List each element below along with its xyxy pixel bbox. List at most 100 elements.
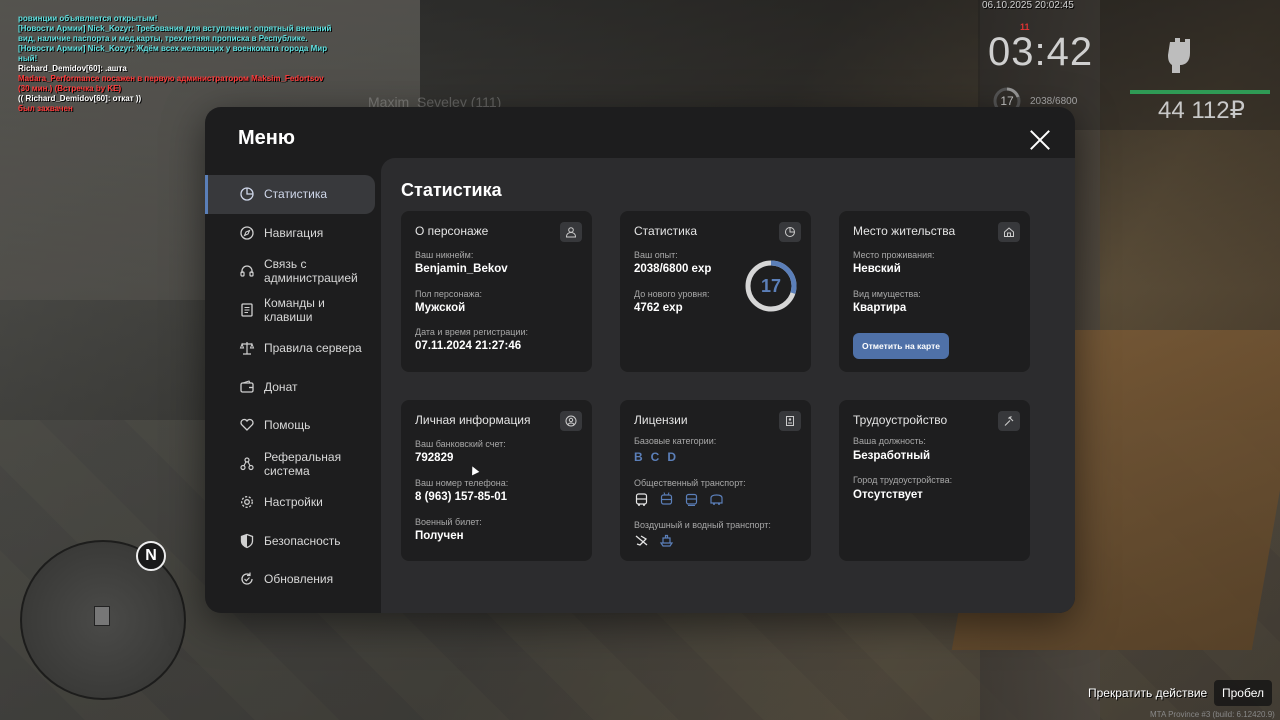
minibus-icon (709, 492, 724, 507)
card-title: Статистика (634, 224, 698, 238)
gear-icon (239, 494, 255, 510)
close-icon[interactable] (1029, 129, 1051, 151)
sidebar: Статистика Навигация Связь с администрацие… (205, 175, 381, 599)
place-label: Место проживания: (853, 250, 935, 260)
reg-value: 07.11.2024 21:27:46 (415, 340, 522, 352)
heart-hands-icon (239, 417, 255, 433)
sidebar-item-label: Помощь (264, 418, 311, 433)
air-water-icons (634, 533, 674, 548)
pie-chart-icon (239, 186, 255, 202)
sidebar-item-5[interactable]: Донат (205, 368, 381, 407)
hud-money: 44 112₽ (1158, 97, 1245, 124)
sidebar-item-4[interactable]: Правила сервера (205, 329, 381, 368)
user-circle-icon[interactable] (560, 411, 582, 431)
chat-line: [Новости Армии] Nick_Kozyr: Ждём всех же… (18, 44, 328, 53)
id-card-icon[interactable] (779, 411, 801, 431)
sidebar-item-label: Статистика (264, 187, 328, 202)
sidebar-item-3[interactable]: Команды и клавиши (205, 291, 381, 330)
hud-exp: 2038/6800 (1030, 96, 1078, 107)
minimap-north-icon: N (136, 541, 166, 571)
update-icon (239, 571, 255, 587)
cancel-action-prompt: Прекратить действие (1088, 686, 1208, 700)
bank-value: 792829 (415, 452, 454, 464)
card-title: Лицензии (634, 413, 688, 427)
referral-icon (239, 456, 255, 472)
public-transport-icons (634, 492, 724, 507)
sidebar-item-9[interactable]: Безопасность (205, 522, 381, 561)
gender-value: Мужской (415, 302, 466, 314)
base-categories-label: Базовые категории: (634, 436, 717, 446)
hud-health-bar (1130, 90, 1270, 94)
chat-line: Richard_Demidov[60]: .ашта (18, 64, 127, 73)
pie-chart-icon[interactable] (779, 222, 801, 242)
sidebar-item-1[interactable]: Навигация (205, 214, 381, 253)
sidebar-item-7[interactable]: Реферальная система (205, 445, 381, 484)
mark-on-map-button[interactable]: Отметить на карте (853, 333, 949, 359)
chat-line: Madara_Performance посажен в первую адми… (18, 74, 324, 83)
card-title: О персонаже (415, 224, 489, 238)
card-title: Трудоустройство (853, 413, 948, 427)
scales-icon (239, 340, 255, 356)
headset-icon (239, 263, 255, 279)
sidebar-item-6[interactable]: Помощь (205, 406, 381, 445)
sidebar-item-label: Донат (264, 379, 298, 394)
sidebar-item-label: Связь с администрацией (264, 257, 358, 286)
sidebar-item-label: Правила сервера (264, 341, 362, 356)
position-label: Ваша должность: (853, 436, 926, 446)
public-transport-label: Общественный транспорт: (634, 478, 746, 488)
exp-label: Ваш опыт: (634, 250, 678, 260)
hammer-icon[interactable] (998, 411, 1020, 431)
card-residence: Место жительства Место проживания: Невск… (839, 211, 1030, 372)
space-key-badge[interactable]: Пробел (1214, 680, 1272, 706)
boat-icon (659, 533, 674, 548)
gender-label: Пол персонажа: (415, 289, 483, 299)
license-category: D (667, 450, 677, 464)
sidebar-item-8[interactable]: Настройки (205, 483, 381, 522)
chat-line: (30 мин.) (Встречка by KE) (18, 84, 122, 93)
place-value: Невский (853, 263, 901, 275)
sidebar-item-label: Безопасность (264, 533, 341, 548)
sidebar-item-0[interactable]: Статистика (205, 175, 375, 214)
chat-line: ровинции объявляется открытым! (18, 14, 158, 23)
user-icon[interactable] (560, 222, 582, 242)
card-licenses: Лицензии Базовые категории: BCD Обществе… (620, 400, 811, 561)
minimap-player-marker (94, 606, 110, 626)
tram-icon (684, 492, 699, 507)
phone-value: 8 (963) 157-85-01 (415, 491, 508, 503)
menu-title: Меню (238, 127, 295, 149)
fist-icon (1168, 38, 1190, 73)
trolleybus-icon (659, 492, 674, 507)
level-value: 17 (760, 276, 782, 296)
sidebar-item-label: Навигация (264, 225, 324, 240)
next-level-label: До нового уровня: (634, 289, 710, 299)
stats-panel: Статистика О персонаже Ваш никнейм: Benj… (381, 158, 1075, 613)
card-character: О персонаже Ваш никнейм: Benjamin_Bekov … (401, 211, 592, 372)
air-water-label: Воздушный и водный транспорт: (634, 520, 771, 530)
card-personal: Личная информация Ваш банковский счет: 7… (401, 400, 592, 561)
card-title: Личная информация (415, 413, 531, 427)
chat-line: вид, наличие паспорта и мед.карты, трехл… (18, 34, 308, 43)
card-employment: Трудоустройство Ваша должность: Безработ… (839, 400, 1030, 561)
house-icon[interactable] (998, 222, 1020, 242)
hud-datetime: 06.10.2025 20:02:45 (982, 0, 1074, 11)
sidebar-item-10[interactable]: Обновления (205, 560, 381, 599)
airplane-icon (634, 533, 649, 548)
property-type-label: Вид имущества: (853, 289, 921, 299)
card-title: Место жительства (853, 224, 956, 238)
reg-label: Дата и время регистрации: (415, 327, 528, 337)
document-icon (239, 302, 255, 318)
work-city-label: Город трудоустройства: (853, 475, 953, 485)
bank-label: Ваш банковский счет: (415, 439, 506, 449)
military-label: Военный билет: (415, 517, 482, 527)
bus-icon (634, 492, 649, 507)
compass-icon (239, 225, 255, 241)
sidebar-item-2[interactable]: Связь с администрацией (205, 252, 381, 291)
license-category: C (650, 450, 660, 464)
phone-label: Ваш номер телефона: (415, 478, 509, 488)
sidebar-item-label: Настройки (264, 495, 323, 510)
wallet-icon (239, 379, 255, 395)
hud-clock: 03:42 (988, 30, 1094, 74)
menu-window: Меню Статистика Навигация Связь с админист… (205, 107, 1075, 613)
page-title: Статистика (401, 180, 502, 200)
build-info: MTA Province #3 (build: 6.12420.9) (1150, 710, 1275, 719)
